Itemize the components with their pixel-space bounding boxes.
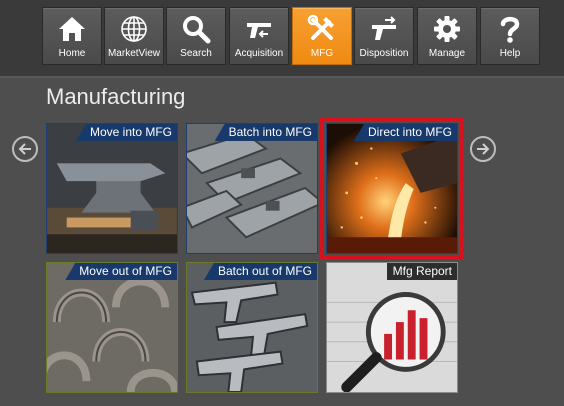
nav-acquisition-button[interactable]: Acquisition [229,7,289,65]
page-title: Manufacturing [46,84,186,109]
gear-icon [434,16,460,42]
tile-batch-out-of-mfg[interactable]: Batch out of MFG [186,262,318,393]
arrow-right-icon [477,143,490,155]
nav-label: Help [499,48,521,59]
report-with-magnifier-photo [327,263,457,392]
nav-mfg-button[interactable]: MFG [292,7,352,65]
nav-label: Manage [428,48,466,59]
tile-direct-into-mfg[interactable]: Direct into MFG [326,123,458,254]
nav-search-button[interactable]: Search [166,7,226,65]
search-icon [183,16,211,44]
nav-home-button[interactable]: Home [42,7,102,65]
gun-in-icon [247,23,271,38]
globe-icon [121,16,147,42]
carousel-prev-button[interactable] [12,136,38,162]
home-icon [59,17,85,41]
molten-metal-pour-photo [327,124,457,253]
tile-move-into-mfg[interactable]: Move into MFG [46,123,178,254]
tile-label: Direct into MFG [353,124,457,141]
horseshoes-photo [47,263,177,392]
top-navigation-bar: Home MarketView Search Acquisition MFG D… [0,0,564,78]
tile-label: Move into MFG [75,124,177,141]
nav-disposition-button[interactable]: Disposition [354,7,414,65]
tile-mfg-report[interactable]: Mfg Report [326,262,458,393]
nav-label: MarketView [107,48,161,59]
tools-icon [307,14,334,40]
nav-manage-button[interactable]: Manage [417,7,477,65]
tile-batch-into-mfg[interactable]: Batch into MFG [186,123,318,254]
tile-label: Mfg Report [386,263,457,280]
tile-move-out-of-mfg[interactable]: Move out of MFG [46,262,178,393]
nav-marketview-button[interactable]: MarketView [104,7,164,65]
rifle-receivers-photo [187,124,317,253]
pistols-photo [187,263,317,392]
tile-label: Batch into MFG [214,124,317,141]
anvil-and-hammer-photo [47,124,177,253]
question-icon [500,16,520,43]
arrow-left-icon [18,143,31,155]
gun-out-icon [372,16,396,40]
tile-label: Batch out of MFG [203,263,317,280]
nav-label: MFG [310,48,334,59]
tile-label: Move out of MFG [65,263,177,280]
carousel-next-button[interactable] [470,136,496,162]
nav-help-button[interactable]: Help [480,7,540,65]
nav-label: Acquisition [234,48,284,59]
nav-label: Search [180,48,212,59]
nav-label: Home [58,48,86,59]
nav-label: Disposition [359,48,409,59]
